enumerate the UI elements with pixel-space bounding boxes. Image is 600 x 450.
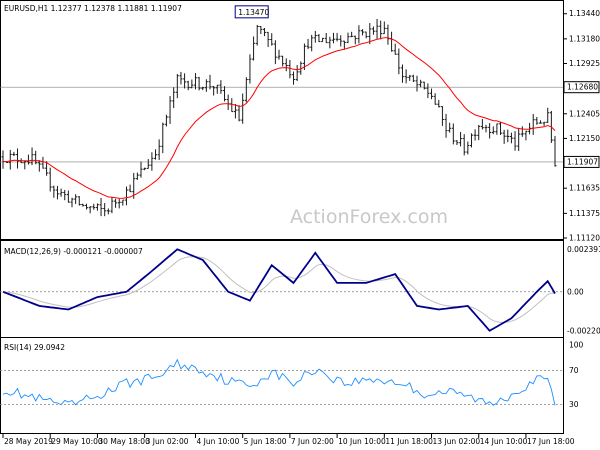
- macd-panel-title: MACD(12,26,9) -0.000121 -0.000007: [4, 247, 143, 256]
- price-y-tick-label: 1.11635: [569, 184, 600, 193]
- price-y-tick-label: 1.12405: [569, 109, 600, 118]
- price-label-text: 1.12680: [567, 83, 598, 92]
- x-tick-label: 13 Jun 02:00: [433, 437, 481, 446]
- chart-svg: ActionForex.com 1.13470 1.13440 1.13180 1.…: [0, 0, 600, 446]
- x-tick-label: 29 May 10:00: [51, 437, 103, 446]
- x-tick-label: 30 May 18:00: [98, 437, 150, 446]
- rsi-y-tick-label: 30: [569, 400, 579, 409]
- price-y-tick-label: 1.13180: [569, 34, 600, 43]
- watermark: ActionForex.com: [290, 206, 448, 228]
- x-tick-label: 14 Jun 10:00: [480, 437, 528, 446]
- x-tick-label: 7 Jun 02:00: [291, 437, 334, 446]
- price-y-tick-label: 1.12150: [569, 134, 600, 143]
- rsi-panel-title: RSI(14) 29.0942: [4, 343, 65, 352]
- rsi-line: [2, 358, 556, 406]
- macd-line: [2, 248, 556, 332]
- price-panel-frame: [0, 0, 564, 240]
- price-layer: 1.13470: [0, 5, 563, 217]
- price-y-tick-label: 1.11120: [569, 234, 600, 243]
- price-y-tick-label: 1.12925: [569, 59, 600, 68]
- x-tick-label: 4 Jun 10:00: [196, 437, 239, 446]
- macd-layer: [0, 248, 563, 332]
- x-tick-label: 5 Jun 18:00: [244, 437, 287, 446]
- x-tick-label: 10 Jun 10:00: [338, 437, 386, 446]
- x-tick-label: 17 Jun 18:00: [527, 437, 575, 446]
- rsi-layer: [0, 358, 563, 406]
- x-tick-label: 28 May 2019: [4, 437, 53, 446]
- rsi-panel-frame: [0, 337, 564, 434]
- rsi-y-tick-label: 70: [569, 366, 579, 375]
- price-panel-title: EURUSD,H1 1.12377 1.12378 1.11881 1.1190…: [4, 4, 182, 13]
- macd-y-tick-label: 0.00: [567, 287, 584, 296]
- moving-average-line: [2, 37, 556, 199]
- x-tick-label: 3 Jun 02:00: [146, 437, 189, 446]
- macd-y-tick-label: 0.002391: [567, 245, 600, 254]
- price-label-text: 1.11907: [567, 157, 598, 166]
- price-y-tick-label: 1.13440: [569, 9, 600, 18]
- macd-signal-line: [2, 256, 556, 323]
- macd-y-tick-label: -0.002207: [567, 326, 600, 335]
- x-tick-label: 11 Jun 18:00: [385, 437, 433, 446]
- high-callout-label: 1.13470: [238, 8, 269, 17]
- rsi-y-tick-label: 100: [569, 341, 584, 350]
- price-y-tick-label: 1.11375: [569, 209, 600, 218]
